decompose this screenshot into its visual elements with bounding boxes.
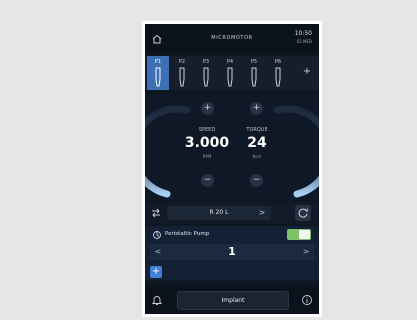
mode-button[interactable]: Implant: [177, 291, 289, 310]
speed-value: 3.000: [184, 135, 230, 151]
torque-unit: Ncm: [252, 154, 262, 159]
handpiece-icon: [251, 67, 257, 87]
handpiece-icon: [227, 67, 233, 87]
program-bar: R 20 L >: [145, 202, 319, 224]
handpiece-icon: [275, 67, 281, 87]
torque-label: TORQUE: [246, 127, 268, 133]
torque-value: 24: [247, 135, 267, 151]
tab-p4[interactable]: P4: [219, 56, 241, 90]
pump-icon: [153, 231, 161, 239]
handpiece-icon: [155, 67, 161, 87]
clock-time: 10:50: [294, 30, 312, 37]
pump-panel: Peristaltic Pump < 1 > +: [145, 226, 319, 280]
refresh-icon: [298, 208, 308, 218]
speed-decrease-button[interactable]: −: [201, 174, 214, 187]
status-bar: MICROMOTOR 10:50 03.MED: [145, 24, 319, 54]
toggle-knob: [299, 230, 310, 239]
info-icon[interactable]: [301, 294, 313, 306]
tab-p1[interactable]: P1: [147, 56, 169, 90]
bottom-bar: Implant: [145, 286, 319, 314]
rotation-icon[interactable]: [150, 207, 162, 219]
tab-p6[interactable]: P6: [267, 56, 289, 90]
pump-toggle[interactable]: [287, 229, 311, 240]
chevron-right-icon[interactable]: >: [255, 206, 269, 220]
app-title: MICROMOTOR: [211, 35, 253, 41]
refresh-button[interactable]: [295, 205, 311, 221]
tab-p2[interactable]: P2: [171, 56, 193, 90]
pump-level-stepper: < 1 >: [150, 244, 314, 260]
handpiece-icon: [179, 67, 185, 87]
program-selector[interactable]: R 20 L >: [167, 206, 271, 220]
tab-p3[interactable]: P3: [195, 56, 217, 90]
pump-level-value: 1: [228, 245, 236, 258]
tab-p5[interactable]: P5: [243, 56, 265, 90]
handpiece-icon: [203, 67, 209, 87]
tab-label: P2: [178, 59, 186, 65]
device-screen: MICROMOTOR 10:50 03.MED P1 P2 P3 P4 P5 P…: [145, 24, 319, 314]
pump-label: Peristaltic Pump: [165, 231, 210, 237]
program-tabs: P1 P2 P3 P4 P5 P6 +: [145, 56, 319, 90]
torque-decrease-button[interactable]: −: [250, 174, 263, 187]
speed-unit: RPM: [202, 154, 212, 159]
tab-label: P6: [274, 59, 282, 65]
speed-increase-button[interactable]: +: [201, 102, 214, 115]
bell-icon[interactable]: [151, 294, 163, 306]
add-button[interactable]: +: [150, 266, 162, 278]
torque-increase-button[interactable]: +: [250, 102, 263, 115]
tab-label: P4: [226, 59, 234, 65]
pump-increase-button[interactable]: >: [300, 246, 312, 258]
tab-label: P1: [154, 59, 162, 65]
tab-label: P3: [202, 59, 210, 65]
clock-date: 03.MED: [296, 39, 312, 44]
gauge-panel: + − + − SPEED 3.000 RPM TORQUE 24 Ncm: [145, 94, 319, 200]
tab-label: P5: [250, 59, 258, 65]
speed-label: SPEED: [198, 127, 216, 133]
add-tab-button[interactable]: +: [299, 64, 315, 80]
